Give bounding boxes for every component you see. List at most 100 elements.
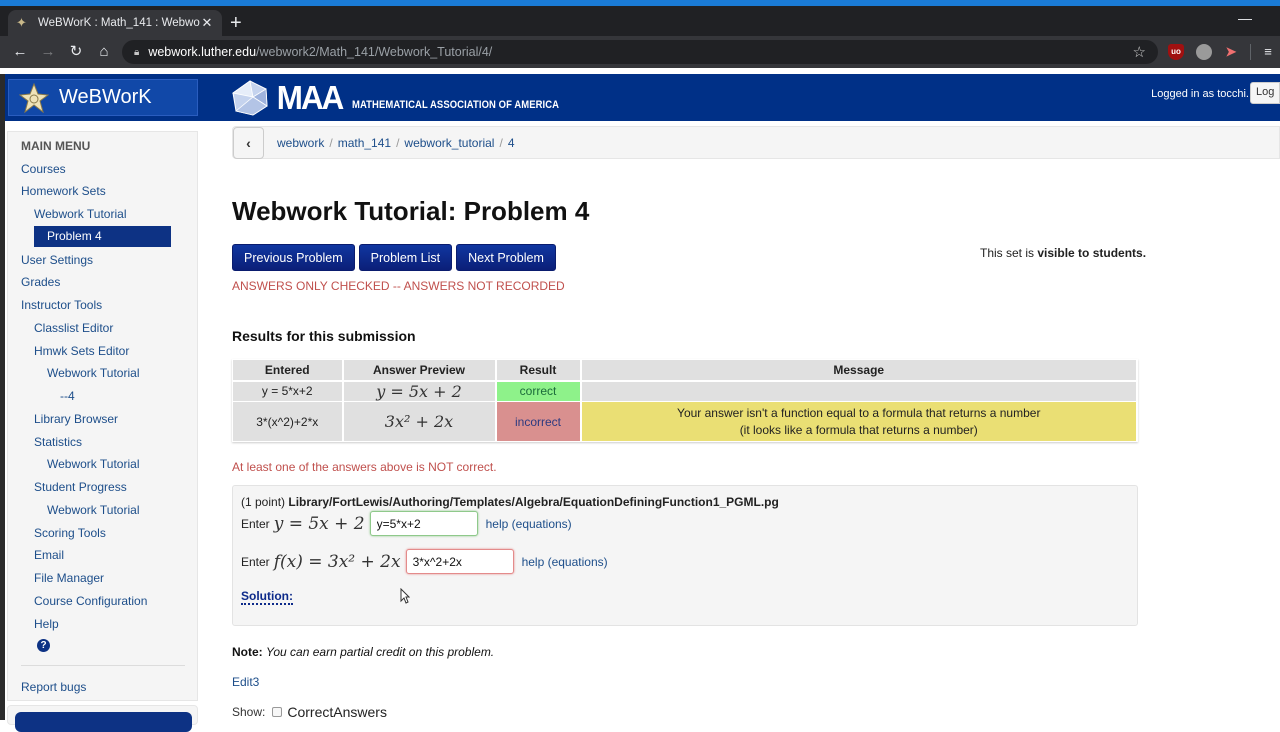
site-header: WeBWorK MAA MATHEMATICAL ASSOCIATION OF …	[5, 74, 1280, 121]
correct-answers-checkbox[interactable]	[272, 707, 283, 717]
sidebar-item-student-progress[interactable]: Student Progress	[34, 480, 127, 494]
sidebar-item-report-bugs[interactable]: Report bugs	[21, 680, 86, 694]
maa-logo[interactable]: MAA MATHEMATICAL ASSOCIATION OF AMERICA	[231, 78, 593, 118]
problem-points: (1 point)	[241, 495, 286, 509]
recording-notice: ANSWERS ONLY CHECKED -- ANSWERS NOT RECO…	[232, 279, 565, 293]
question-math: y = 5x + 2	[273, 513, 365, 534]
new-tab-icon[interactable]: +	[230, 13, 242, 33]
sidebar-item-editor-webwork-tutorial[interactable]: Webwork Tutorial	[47, 366, 139, 380]
column-header-message: Message	[580, 359, 1138, 382]
breadcrumb-trail: webwork / math_141 / webwork_tutorial / 4	[277, 136, 515, 150]
window-edge	[0, 74, 5, 720]
show-options: Show: CorrectAnswers	[232, 704, 387, 720]
result-badge: incorrect	[495, 401, 582, 442]
breadcrumb-separator: /	[396, 136, 400, 150]
result-badge: correct	[495, 380, 582, 402]
webwork-star-icon	[19, 82, 49, 113]
browser-tab[interactable]: ✦ WeBWorK : Math_141 : Webwork ✕	[8, 10, 222, 36]
minimize-window-icon[interactable]: —	[1238, 10, 1252, 26]
maa-polyhedron-icon	[232, 80, 268, 116]
breadcrumb-problem-4[interactable]: 4	[508, 136, 515, 150]
show-label: Show:	[232, 705, 266, 719]
sidebar-item-editor-problem-4[interactable]: --4	[60, 389, 75, 403]
sidebar-item-progress-webwork-tutorial[interactable]: Webwork Tutorial	[47, 503, 139, 517]
breadcrumb-webwork[interactable]: webwork	[277, 136, 324, 150]
breadcrumb-math-141[interactable]: math_141	[338, 136, 391, 150]
question-1: Enter y = 5x + 2 help (equations)	[241, 511, 572, 536]
mouse-cursor-icon	[400, 588, 410, 604]
webwork-logo[interactable]: WeBWorK	[8, 79, 198, 116]
tab-strip: ✦ WeBWorK : Math_141 : Webwork ✕ + —	[0, 6, 1280, 36]
previous-problem-button[interactable]: Previous Problem	[232, 244, 355, 271]
sidebar-item-webwork-tutorial[interactable]: Webwork Tutorial	[34, 207, 126, 221]
entered-answer: 3*(x^2)+2*x	[232, 401, 344, 442]
sidebar-item-problem-4[interactable]: Problem 4	[34, 226, 171, 247]
sidebar-item-course-configuration[interactable]: Course Configuration	[34, 594, 147, 608]
help-equations-link[interactable]: help (equations)	[486, 517, 572, 531]
results-heading: Results for this submission	[232, 328, 416, 344]
sidebar-item-user-settings[interactable]: User Settings	[21, 253, 93, 267]
solution-toggle[interactable]: Solution:	[241, 589, 293, 605]
toolbar-divider	[1250, 44, 1251, 60]
media-queue-icon[interactable]: ≡	[1260, 44, 1276, 60]
sidebar-item-scoring-tools[interactable]: Scoring Tools	[34, 526, 106, 540]
note-label: Note:	[232, 645, 263, 659]
red-arrow-extension-icon[interactable]: ➤	[1223, 44, 1239, 60]
sidebar-item-statistics-webwork-tutorial[interactable]: Webwork Tutorial	[47, 457, 139, 471]
partial-credit-note: Note: You can earn partial credit on thi…	[232, 645, 494, 659]
logout-button[interactable]: Log	[1250, 82, 1280, 104]
note-text: You can earn partial credit on this prob…	[266, 645, 495, 659]
message-line-1: Your answer isn't a function equal to a …	[677, 405, 1041, 420]
result-message	[580, 380, 1138, 402]
help-question-icon[interactable]: ?	[37, 639, 50, 652]
sidebar-item-grades[interactable]: Grades	[21, 275, 60, 289]
forward-arrow-icon[interactable]: →	[38, 42, 58, 62]
table-row: y = 5*x+2 y = 5x + 2 correct	[232, 380, 1138, 402]
help-equations-link[interactable]: help (equations)	[522, 555, 608, 569]
answer-input-1[interactable]	[369, 511, 478, 536]
correct-answers-label[interactable]: CorrectAnswers	[287, 704, 387, 720]
question-math: f(x) = 3x² + 2x	[273, 551, 401, 572]
answer-input-2[interactable]	[405, 549, 514, 574]
answer-preview: y = 5x + 2	[342, 380, 497, 402]
url-path: /webwork2/Math_141/Webwork_Tutorial/4/	[256, 45, 493, 59]
home-icon[interactable]: ⌂	[94, 42, 114, 62]
webwork-logo-text: WeBWorK	[59, 86, 152, 108]
problem-body: (1 point) Library/FortLewis/Authoring/Te…	[232, 485, 1138, 626]
close-tab-icon[interactable]: ✕	[200, 15, 214, 31]
browser-toolbar: ← → ↻ ⌂ 🔒︎ webwork.luther.edu/webwork2/M…	[0, 36, 1280, 68]
sidebar-item-email[interactable]: Email	[34, 548, 64, 562]
problem-list-button[interactable]: Problem List	[358, 244, 453, 271]
entered-answer: y = 5*x+2	[232, 380, 344, 402]
gray-balloon-icon[interactable]	[1196, 44, 1212, 60]
main-menu-title: MAIN MENU	[21, 139, 91, 153]
url-host: webwork.luther.edu	[148, 45, 257, 59]
sidebar-item-help[interactable]: Help	[34, 617, 59, 631]
back-arrow-icon[interactable]: ←	[10, 42, 30, 62]
breadcrumb-webwork-tutorial[interactable]: webwork_tutorial	[404, 136, 494, 150]
sidebar-item-instructor-tools[interactable]: Instructor Tools	[21, 298, 102, 312]
sidebar-secondary-button[interactable]	[15, 712, 192, 732]
results-table: Entered Answer Preview Result Message y …	[232, 359, 1138, 442]
maa-wordmark: MAA	[276, 79, 345, 116]
sidebar-item-statistics[interactable]: Statistics	[34, 435, 82, 449]
sidebar-item-classlist-editor[interactable]: Classlist Editor	[34, 321, 113, 335]
reload-icon[interactable]: ↻	[66, 42, 86, 62]
ublock-origin-icon[interactable]: uo	[1168, 44, 1184, 60]
sidebar-item-homework-sets[interactable]: Homework Sets	[21, 184, 106, 198]
breadcrumb-separator: /	[499, 136, 503, 150]
answer-preview-math: y = 5x + 2	[376, 381, 462, 401]
sidebar-item-courses[interactable]: Courses	[21, 162, 66, 176]
results-header-row: Entered Answer Preview Result Message	[232, 359, 1138, 382]
problem-info: (1 point) Library/FortLewis/Authoring/Te…	[241, 495, 779, 509]
sidebar-item-library-browser[interactable]: Library Browser	[34, 412, 118, 426]
sidebar-item-file-manager[interactable]: File Manager	[34, 571, 104, 585]
address-bar[interactable]: 🔒︎ webwork.luther.edu/webwork2/Math_141/…	[122, 40, 1158, 64]
edit-problem-link[interactable]: Edit3	[232, 675, 259, 689]
tab-title: WeBWorK : Math_141 : Webwork	[38, 17, 200, 29]
breadcrumb-back-button[interactable]: ‹	[233, 127, 264, 159]
bookmark-star-icon[interactable]: ☆	[1133, 43, 1146, 61]
next-problem-button[interactable]: Next Problem	[456, 244, 556, 271]
sidebar-item-hmwk-sets-editor[interactable]: Hmwk Sets Editor	[34, 344, 129, 358]
breadcrumb: ‹ webwork / math_141 / webwork_tutorial / 4	[232, 126, 1280, 159]
